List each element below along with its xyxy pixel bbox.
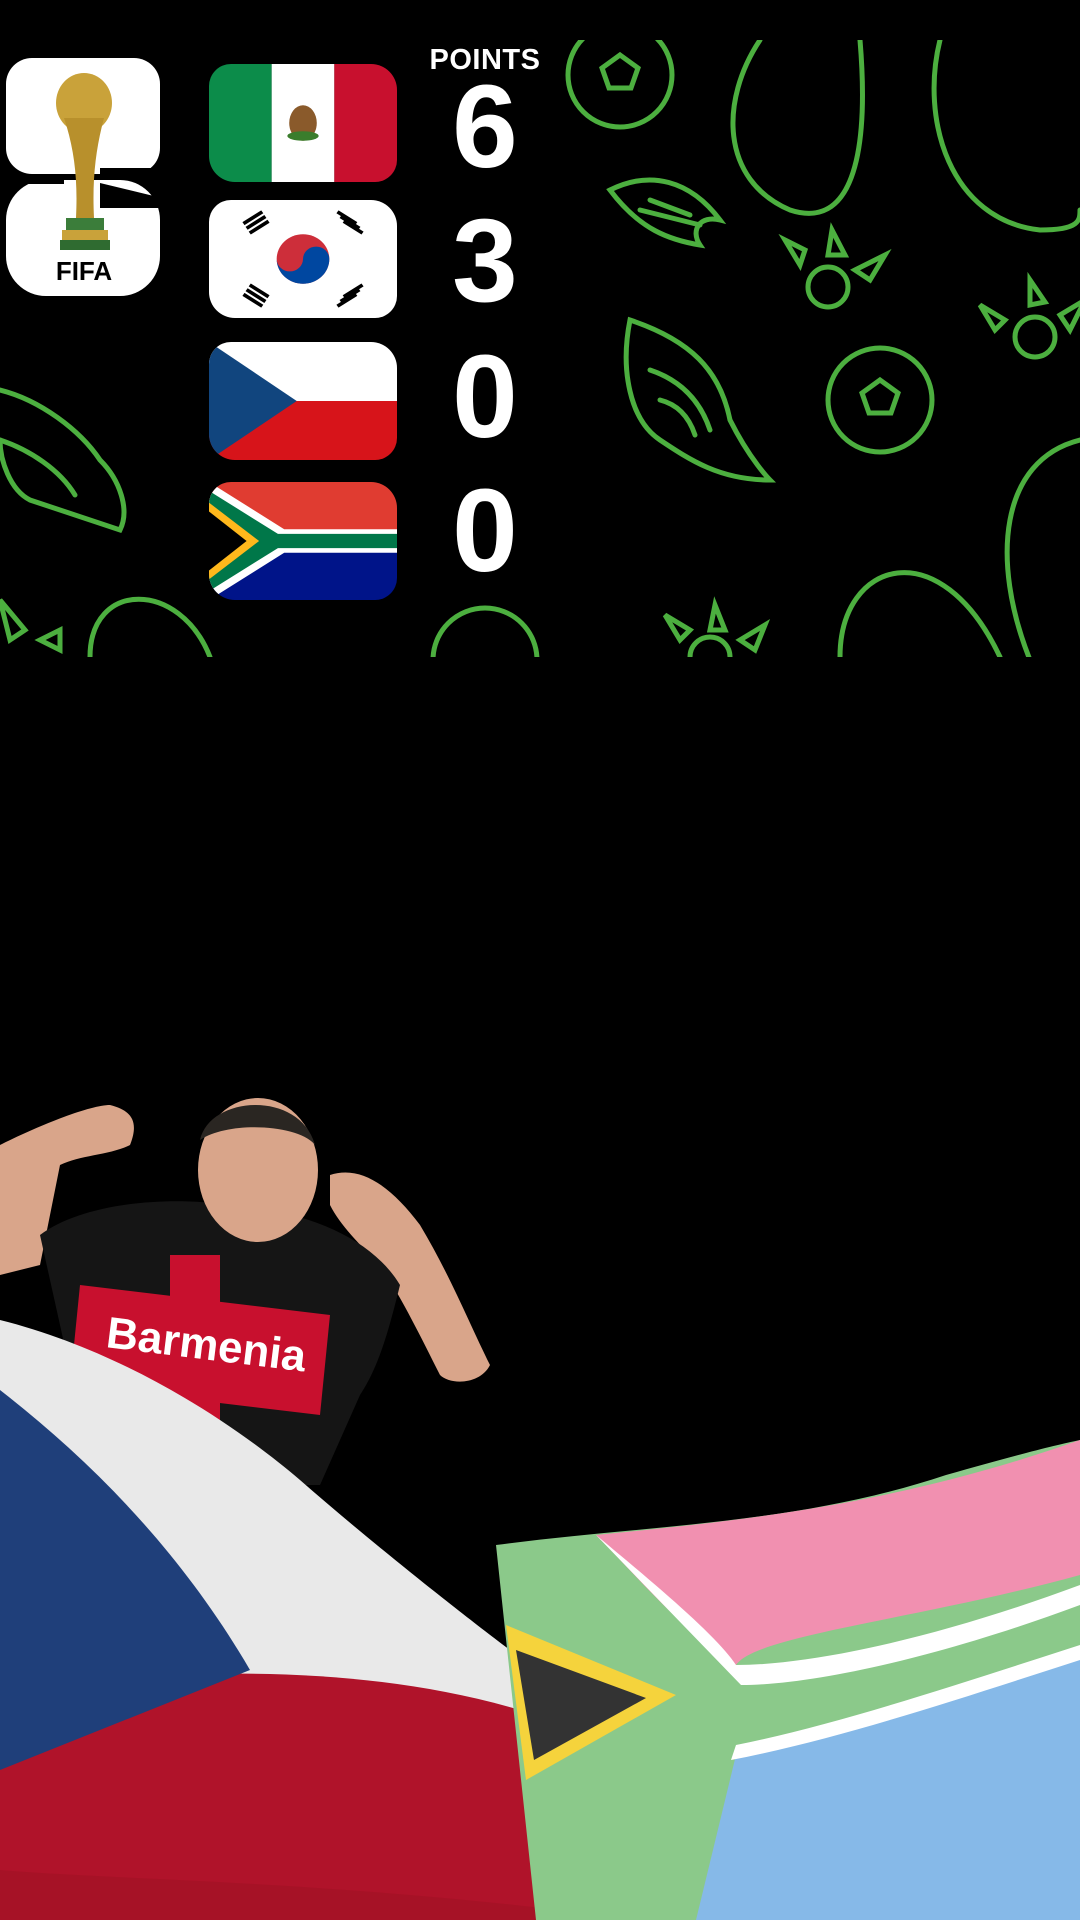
world-cup-26-logo: FIFA	[4, 58, 162, 296]
south-africa-flag-icon	[209, 482, 397, 600]
fifa-wordmark: FIFA	[56, 256, 113, 286]
czech-points: 0	[452, 331, 518, 463]
waving-czech-flag	[0, 1320, 560, 1920]
czech-flag-icon	[209, 342, 397, 460]
mexico-flag-icon	[209, 64, 397, 182]
mexico-points: 6	[452, 61, 518, 193]
south-africa-points: 0	[452, 465, 518, 597]
south-korea-points: 3	[452, 195, 518, 327]
south-korea-flag-icon	[209, 200, 397, 318]
waving-south-africa-flag	[496, 1440, 1080, 1920]
